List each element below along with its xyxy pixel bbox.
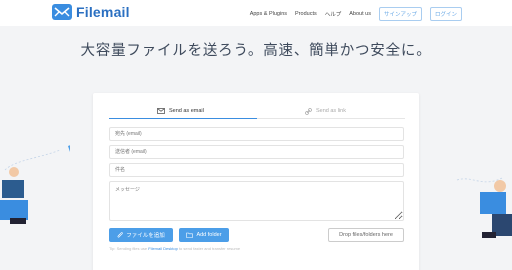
add-files-button[interactable]: ファイルを追加 [109, 228, 173, 242]
subject-field[interactable] [109, 163, 404, 177]
tab-send-as-link[interactable]: Send as link [305, 106, 346, 116]
tip-suffix: to send faster and transfer resume [178, 246, 241, 251]
active-tab-indicator [109, 118, 257, 119]
add-files-label: ファイルを追加 [126, 233, 165, 239]
brand-name: Filemail [76, 4, 130, 20]
desktop-tip: Tip: Sending files use Filemail Desktop … [109, 246, 240, 251]
nav-products[interactable]: Products [295, 11, 317, 17]
paper-plane-icon [68, 145, 70, 152]
add-folder-label: Add folder [196, 232, 222, 238]
upload-form-card: Send as email Send as link ファイルを追加 Add f… [93, 93, 419, 270]
filemail-desktop-link[interactable]: Filemail Desktop [148, 246, 178, 251]
sender-email-field[interactable] [109, 145, 404, 159]
filemail-logo[interactable]: Filemail [52, 4, 130, 20]
top-navigation-bar: Filemail Apps & Plugins Products ヘルプ Abo… [0, 0, 512, 26]
main-nav: Apps & Plugins Products ヘルプ About us サイン… [250, 7, 462, 21]
nav-about-us[interactable]: About us [349, 11, 371, 17]
envelope-icon [157, 108, 165, 114]
signup-button[interactable]: サインアップ [378, 7, 422, 21]
hero-title: 大容量ファイルを送ろう。高速、簡単かつ安全に。 [80, 43, 432, 59]
send-mode-tabs: Send as email Send as link [109, 106, 405, 116]
right-illustration [456, 177, 512, 238]
message-field[interactable] [109, 181, 404, 221]
paperclip-icon [117, 232, 123, 238]
nav-help[interactable]: ヘルプ [325, 10, 342, 18]
add-folder-button[interactable]: Add folder [179, 228, 229, 242]
nav-apps-plugins[interactable]: Apps & Plugins [250, 11, 287, 17]
left-illustration [0, 145, 70, 224]
tab-email-label: Send as email [169, 108, 204, 114]
link-icon [305, 107, 312, 115]
login-button[interactable]: ログイン [429, 7, 462, 21]
filemail-logo-icon [52, 4, 72, 20]
tab-send-as-email[interactable]: Send as email [157, 106, 204, 116]
folder-icon [186, 232, 194, 238]
recipient-email-field[interactable] [109, 127, 404, 141]
tab-divider [257, 118, 405, 119]
tip-prefix: Tip: Sending files use [109, 246, 148, 251]
drop-zone-button[interactable]: Drop files/folders here [328, 228, 404, 242]
tab-link-label: Send as link [316, 108, 346, 114]
